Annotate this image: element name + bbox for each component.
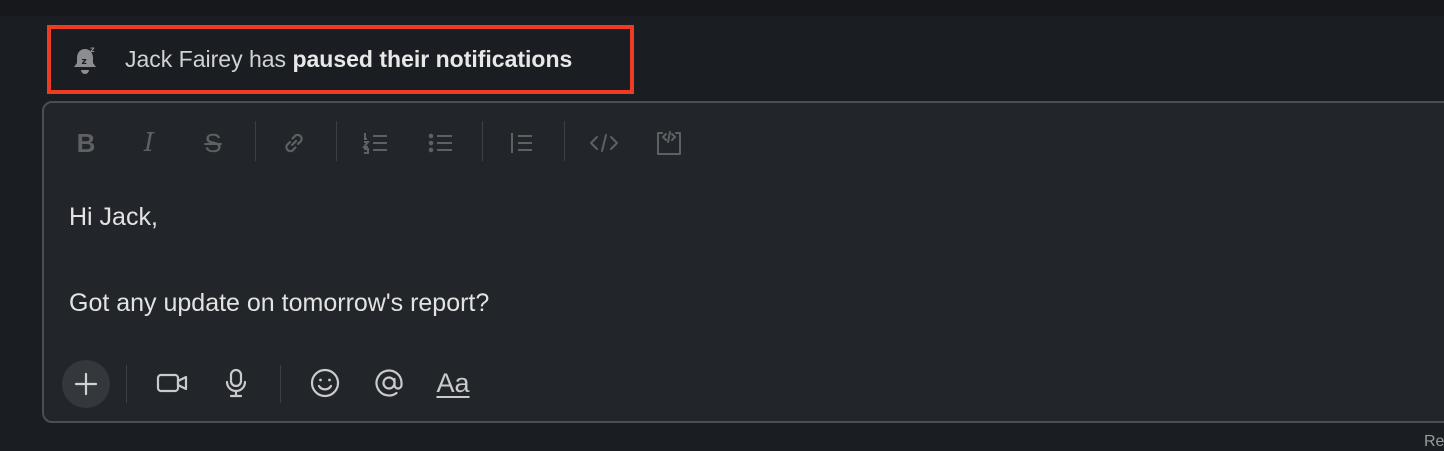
bell-snooze-icon: z z [69, 44, 101, 76]
message-composer[interactable]: B I S Hi Jack, Got any update on tomorro… [42, 101, 1444, 423]
corner-text: Re [1424, 433, 1444, 450]
message-line[interactable]: Hi Jack, [69, 203, 158, 232]
notice-text: Jack Fairey has [125, 46, 293, 72]
toolbar-divider [280, 365, 281, 403]
svg-text:z: z [90, 45, 95, 54]
toolbar-divider [255, 121, 256, 161]
blockquote-icon[interactable] [504, 125, 540, 161]
svg-text:z: z [82, 57, 87, 67]
strikethrough-icon[interactable]: S [195, 125, 231, 161]
toolbar-divider [126, 365, 127, 403]
mention-icon[interactable] [369, 363, 409, 403]
toolbar-divider [336, 121, 337, 161]
ordered-list-icon[interactable] [358, 125, 394, 161]
actions-toolbar: Aa [44, 353, 1444, 413]
text-format-icon[interactable]: Aa [433, 363, 473, 403]
notice-bold-text: paused their notifications [292, 46, 573, 72]
message-line[interactable]: Got any update on tomorrow's report? [69, 289, 489, 318]
paused-notifications-banner: z z Jack Fairey has paused their notific… [47, 25, 634, 94]
link-icon[interactable] [276, 125, 312, 161]
italic-icon[interactable]: I [131, 125, 167, 161]
bulleted-list-icon[interactable] [423, 125, 459, 161]
emoji-icon[interactable] [305, 363, 345, 403]
code-icon[interactable] [586, 125, 622, 161]
toolbar-divider [564, 121, 565, 161]
code-block-icon[interactable] [651, 125, 687, 161]
microphone-icon[interactable] [216, 363, 256, 403]
top-strip [0, 0, 1444, 16]
plus-icon[interactable] [62, 360, 110, 408]
video-icon[interactable] [152, 363, 192, 403]
bold-icon[interactable]: B [68, 125, 104, 161]
formatting-toolbar: B I S [44, 103, 1444, 181]
toolbar-divider [482, 121, 483, 161]
